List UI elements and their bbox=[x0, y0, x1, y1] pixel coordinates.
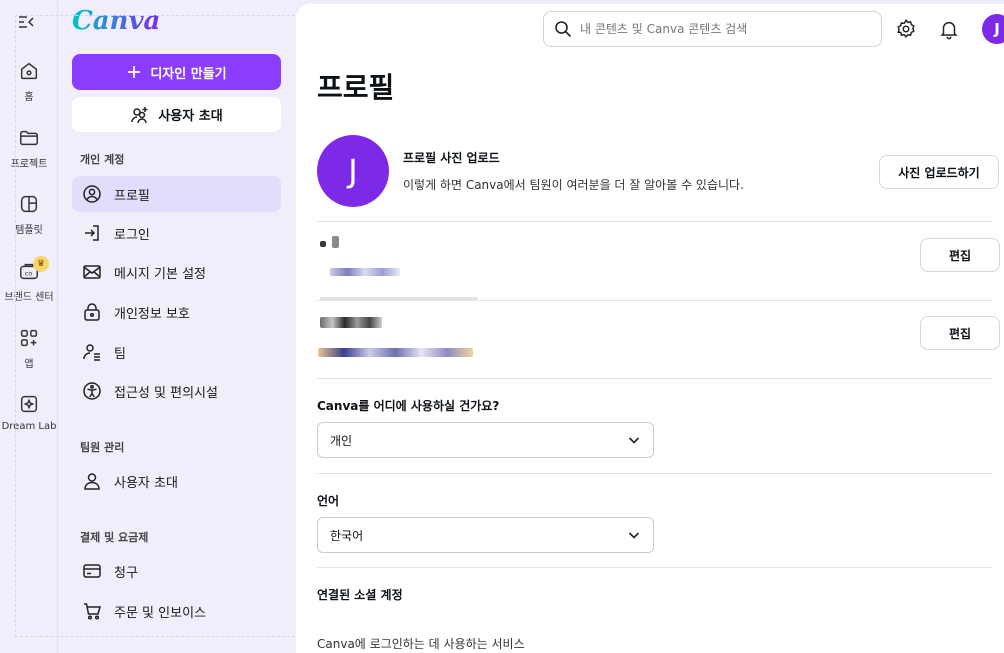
search-icon bbox=[555, 21, 572, 38]
language-select-value: 한국어 bbox=[330, 528, 364, 543]
rail-item-brand-center[interactable]: co ♛ 브랜드 센터 bbox=[0, 256, 58, 303]
sidebar-item-label: 접근성 및 편의시설 bbox=[114, 385, 218, 401]
add-user-icon bbox=[131, 106, 148, 123]
divider bbox=[317, 300, 992, 301]
section-title-personal: 개인 계정 bbox=[80, 153, 125, 166]
accessibility-icon bbox=[83, 382, 101, 400]
sidebar-item-billing[interactable]: 청구 bbox=[72, 553, 281, 589]
rail-label: 홈 bbox=[24, 92, 34, 103]
create-design-button[interactable]: 디자인 만들기 bbox=[72, 54, 281, 90]
sidebar-item-message-settings[interactable]: 메시지 기본 설정 bbox=[72, 254, 281, 290]
usage-question-label: Canva를 어디에 사용하실 건가요? bbox=[317, 399, 500, 413]
cart-icon bbox=[84, 603, 101, 620]
divider bbox=[317, 221, 992, 222]
apps-icon bbox=[20, 329, 38, 347]
divider bbox=[317, 567, 992, 568]
rail-label: Dream Lab bbox=[1, 421, 57, 432]
sidebar-item-label: 청구 bbox=[114, 565, 138, 581]
collapse-sidebar-icon[interactable] bbox=[16, 12, 36, 32]
rail-label: 프로젝트 bbox=[10, 159, 48, 170]
invite-people-label: 사용자 초대 bbox=[158, 109, 223, 124]
search-input[interactable] bbox=[580, 22, 870, 36]
rail-label: 템플릿 bbox=[15, 225, 43, 236]
lock-icon bbox=[84, 303, 100, 321]
language-select[interactable]: 한국어 bbox=[317, 517, 654, 553]
home-icon bbox=[20, 62, 38, 80]
rail-item-projects[interactable]: 프로젝트 bbox=[0, 127, 58, 170]
credit-card-icon bbox=[83, 564, 101, 578]
usage-select[interactable]: 개인 bbox=[317, 422, 654, 458]
photo-upload-title: 프로필 사진 업로드 bbox=[403, 151, 500, 165]
edit-email-button[interactable]: 편집 bbox=[920, 316, 1000, 350]
user-icon bbox=[84, 473, 100, 490]
svg-text:co: co bbox=[25, 270, 33, 278]
folder-icon bbox=[20, 130, 38, 146]
social-accounts-title: 연결된 소셜 계정 bbox=[317, 588, 403, 602]
sidebar-item-label: 프로필 bbox=[114, 188, 150, 204]
section-title-billing: 결제 및 요금제 bbox=[80, 531, 149, 544]
sidebar-item-label: 개인정보 보호 bbox=[114, 306, 190, 322]
divider bbox=[317, 378, 992, 379]
sidebar-item-orders-invoices[interactable]: 주문 및 인보이스 bbox=[72, 593, 281, 629]
crown-icon: ♛ bbox=[33, 256, 49, 272]
photo-upload-description: 이렇게 하면 Canva에서 팀원이 여러분을 더 잘 알아볼 수 있습니다. bbox=[403, 178, 744, 192]
sidebar-item-profile[interactable]: 프로필 bbox=[72, 176, 281, 212]
redacted-detail bbox=[330, 268, 400, 276]
search-bar[interactable] bbox=[543, 11, 882, 47]
redacted-name bbox=[320, 241, 326, 247]
create-design-label: 디자인 만들기 bbox=[150, 66, 227, 82]
dream-lab-icon bbox=[20, 395, 38, 413]
usage-select-value: 개인 bbox=[330, 433, 353, 448]
template-icon bbox=[20, 195, 38, 213]
rail-item-apps[interactable]: 앱 bbox=[0, 327, 58, 370]
social-accounts-description: Canva에 로그인하는 데 사용하는 서비스 bbox=[317, 637, 525, 651]
sidebar-item-label: 주문 및 인보이스 bbox=[114, 605, 206, 621]
bell-icon[interactable] bbox=[938, 18, 960, 40]
mail-icon bbox=[83, 265, 101, 279]
divider bbox=[317, 473, 992, 474]
account-avatar[interactable]: J bbox=[982, 14, 1004, 44]
sidebar-item-accessibility[interactable]: 접근성 및 편의시설 bbox=[72, 373, 281, 409]
sidebar-item-label: 로그인 bbox=[114, 227, 150, 243]
redacted-name bbox=[332, 236, 339, 248]
profile-avatar: J bbox=[317, 135, 389, 207]
redacted-username bbox=[320, 317, 382, 328]
sidebar-item-privacy[interactable]: 개인정보 보호 bbox=[72, 294, 281, 330]
rail-item-home[interactable]: 홈 bbox=[0, 60, 58, 103]
rail-label: 브랜드 센터 bbox=[4, 292, 54, 303]
upload-photo-button[interactable]: 사진 업로드하기 bbox=[879, 155, 999, 189]
sidebar-item-label: 팀 bbox=[114, 346, 126, 362]
rail-item-dream-lab[interactable]: Dream Lab bbox=[0, 393, 58, 432]
gear-icon[interactable] bbox=[895, 18, 917, 40]
sidebar-item-team[interactable]: 팀 bbox=[72, 334, 281, 370]
left-rail: 홈 프로젝트 템플릿 co ♛ 브랜드 센터 앱 Dream Lab bbox=[0, 0, 58, 653]
main-panel: J 프로필 J 프로필 사진 업로드 이렇게 하면 Canva에서 팀원이 여러… bbox=[296, 4, 1004, 653]
sidebar-item-login[interactable]: 로그인 bbox=[72, 215, 281, 251]
sidebar-item-label: 메시지 기본 설정 bbox=[114, 266, 206, 282]
page-title: 프로필 bbox=[317, 71, 395, 104]
section-title-team-management: 팀원 관리 bbox=[80, 441, 125, 454]
sidebar-item-invite-people[interactable]: 사용자 초대 bbox=[72, 463, 281, 499]
settings-sidebar: Canva 디자인 만들기 사용자 초대 개인 계정 프로필 로그인 메시지 기… bbox=[58, 0, 296, 653]
plus-icon bbox=[128, 66, 141, 78]
rail-label: 앱 bbox=[24, 359, 34, 370]
chevron-down-icon bbox=[628, 532, 640, 539]
login-icon bbox=[85, 225, 99, 241]
chevron-down-icon bbox=[628, 437, 640, 444]
sidebar-item-label: 사용자 초대 bbox=[114, 475, 178, 491]
redacted-email bbox=[318, 348, 473, 357]
rail-item-templates[interactable]: 템플릿 bbox=[0, 193, 58, 236]
team-icon bbox=[83, 344, 100, 361]
edit-name-button[interactable]: 편집 bbox=[920, 238, 1000, 272]
user-circle-icon bbox=[83, 185, 101, 203]
language-label: 언어 bbox=[317, 494, 340, 508]
canva-logo[interactable]: Canva bbox=[72, 6, 160, 36]
invite-people-button[interactable]: 사용자 초대 bbox=[72, 97, 281, 132]
